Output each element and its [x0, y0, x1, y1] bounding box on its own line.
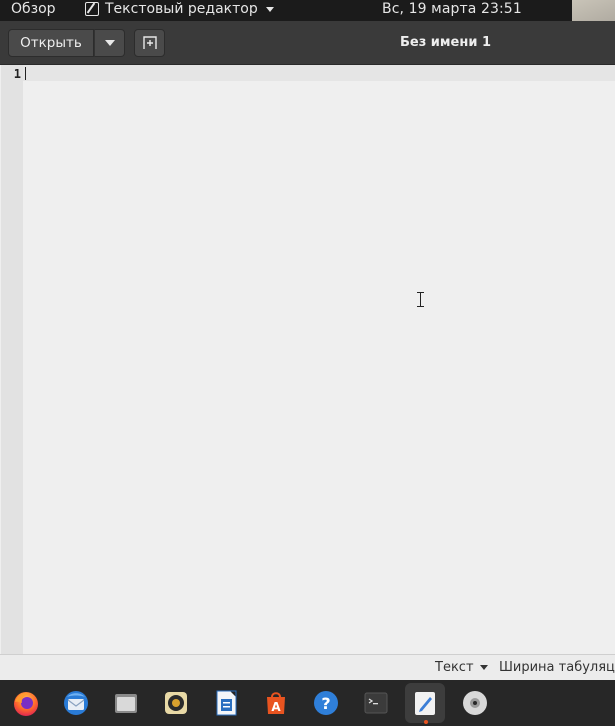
files-icon — [115, 694, 137, 713]
optical-disc-icon — [463, 691, 487, 715]
dock-item-software[interactable]: A — [256, 683, 296, 723]
text-cursor — [25, 67, 26, 80]
dock-item-disc[interactable] — [455, 683, 495, 723]
current-line-highlight — [23, 65, 615, 81]
dock-item-files[interactable] — [106, 683, 146, 723]
line-number-gutter: 1 — [1, 65, 23, 654]
dock-item-text-editor[interactable] — [405, 683, 445, 724]
chevron-down-icon — [104, 40, 115, 46]
running-indicator — [424, 720, 428, 724]
open-button[interactable]: Открыть — [8, 29, 94, 57]
dock-item-thunderbird[interactable] — [56, 683, 96, 723]
svg-text:?: ? — [321, 694, 330, 713]
app-menu-label: Текстовый редактор — [105, 1, 258, 17]
mouse-ibeam-cursor — [416, 292, 425, 307]
dock-item-firefox[interactable] — [6, 683, 46, 723]
line-number: 1 — [13, 67, 21, 81]
tab-width-selector[interactable]: Ширина табуляции — [499, 660, 615, 675]
dock-item-writer[interactable] — [206, 683, 246, 723]
top-panel: Обзор Текстовый редактор Вс, 19 марта 23… — [0, 0, 615, 21]
clock[interactable]: Вс, 19 марта 23:51 — [382, 1, 522, 17]
dock-item-rhythmbox[interactable] — [156, 683, 196, 723]
firefox-icon — [14, 692, 38, 716]
chevron-down-icon — [479, 665, 488, 670]
app-menu[interactable]: Текстовый редактор — [85, 1, 274, 17]
text-editor-app-icon — [85, 2, 99, 16]
new-tab-button[interactable] — [134, 29, 165, 57]
rhythmbox-icon — [165, 692, 187, 714]
software-center-icon: A — [267, 692, 285, 714]
open-button-group: Открыть — [8, 29, 125, 57]
chevron-down-icon — [265, 6, 274, 12]
svg-text:A: A — [271, 700, 281, 714]
activities-button[interactable]: Обзор — [11, 1, 56, 17]
text-editor-area[interactable]: 1 — [0, 65, 615, 654]
help-icon: ? — [314, 691, 338, 715]
open-recent-dropdown[interactable] — [94, 29, 125, 57]
dock: A ? — [0, 680, 615, 726]
new-document-icon — [142, 36, 157, 49]
status-bar: Текст Ширина табуляции — [0, 654, 615, 680]
thunderbird-icon — [64, 691, 88, 715]
language-label: Текст — [435, 660, 474, 675]
language-selector[interactable]: Текст — [435, 660, 488, 675]
terminal-icon — [364, 692, 388, 714]
window-headerbar: Открыть Без имени 1 — [0, 21, 615, 65]
dock-item-terminal[interactable] — [356, 683, 396, 723]
text-editor-icon — [415, 692, 435, 715]
document-title: Без имени 1 — [400, 35, 492, 50]
dock-item-help[interactable]: ? — [306, 683, 346, 723]
libreoffice-writer-icon — [216, 690, 237, 716]
